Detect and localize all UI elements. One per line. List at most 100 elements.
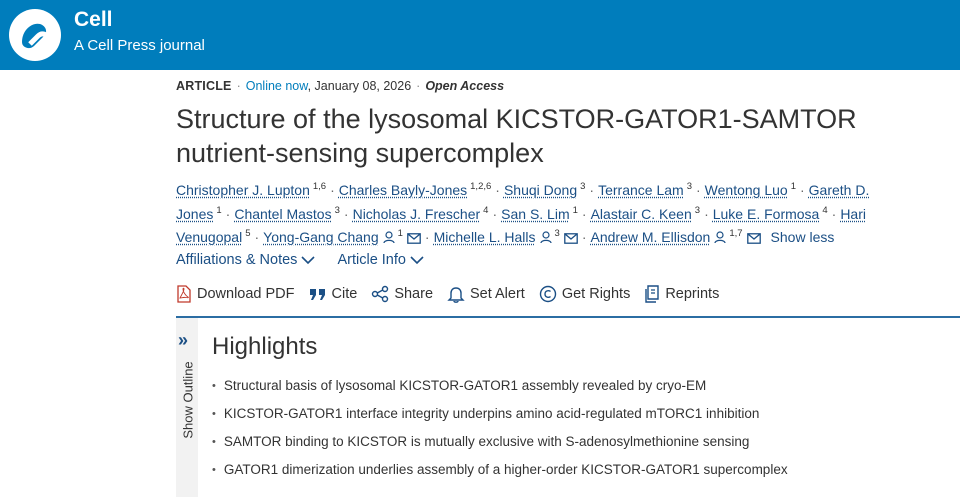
author-entry: Wentong Luo 1 <box>705 182 796 198</box>
affiliation-number: 1 <box>397 228 403 240</box>
author-name-link[interactable]: Terrance Lam <box>598 182 684 198</box>
double-chevron-right-icon[interactable]: » <box>178 330 188 351</box>
affiliation-number: 3 <box>694 204 701 216</box>
affiliations-notes-toggle[interactable]: Affiliations & Notes <box>176 252 316 268</box>
bullet: • <box>212 380 216 392</box>
mail-icon[interactable] <box>746 233 761 244</box>
author-name-link[interactable]: Charles Bayly-Jones <box>339 182 467 198</box>
highlight-text: Structural basis of lysosomal KICSTOR-GA… <box>223 378 707 393</box>
site-header: Cell A Cell Press journal <box>0 0 960 70</box>
journal-subtitle: A Cell Press journal <box>74 37 205 54</box>
article-info-label: Article Info <box>337 252 406 268</box>
copyright-icon <box>539 285 557 303</box>
article-type: ARTICLE <box>176 79 232 93</box>
highlight-text: GATOR1 dimerization underlies assembly o… <box>223 462 788 477</box>
highlight-item: • Structural basis of lysosomal KICSTOR-G… <box>212 374 788 402</box>
author-separator: · <box>254 229 260 245</box>
info-links: Affiliations & Notes Article Info <box>176 252 442 268</box>
reprints-label: Reprints <box>665 286 720 302</box>
author-name-link[interactable]: Shuqi Dong <box>504 182 577 198</box>
author-separator: · <box>695 182 701 198</box>
affiliation-number: 3 <box>334 204 340 216</box>
highlight-item: • SAMTOR binding to KICSTOR is mutually e… <box>212 430 788 458</box>
author-name-link[interactable]: Luke E. Formosa <box>713 206 820 222</box>
author-name-link[interactable]: San S. Lim <box>501 206 569 222</box>
author-name-link[interactable]: Christopher J. Lupton <box>176 182 310 198</box>
author-separator: · <box>589 182 595 198</box>
author-entry: Terrance Lam 3 <box>598 182 692 198</box>
show-less-link[interactable]: Show less <box>761 229 835 245</box>
cite-button[interactable]: Cite <box>309 286 358 302</box>
get-rights-label: Get Rights <box>561 286 631 302</box>
author-separator: · <box>424 229 430 245</box>
publication-date: , January 08, 2026 <box>307 79 412 93</box>
reprints-button[interactable]: Reprints <box>644 285 719 303</box>
author-entry: Michelle L. Halls 3 <box>434 229 578 245</box>
mail-icon[interactable] <box>407 233 421 244</box>
show-outline-label[interactable]: Show Outline <box>181 361 196 438</box>
author-name-link[interactable]: Michelle L. Halls <box>434 229 536 245</box>
bullet: • <box>212 464 216 476</box>
download-pdf-label: Download PDF <box>197 286 295 302</box>
set-alert-label: Set Alert <box>470 286 525 302</box>
cell-logo-icon[interactable] <box>8 8 62 62</box>
author-entry: Chantel Mastos 3 <box>234 206 340 222</box>
share-button[interactable]: Share <box>371 285 433 303</box>
get-rights-button[interactable]: Get Rights <box>539 285 631 303</box>
author-name-link[interactable]: Nicholas J. Frescher <box>353 206 481 222</box>
author-name-link[interactable]: Alastair C. Keen <box>591 206 692 222</box>
set-alert-button[interactable]: Set Alert <box>447 285 525 303</box>
author-entry: Alastair C. Keen 3 <box>591 206 700 222</box>
journal-name[interactable]: Cell <box>74 8 113 32</box>
author-separator: · <box>343 205 349 222</box>
chevron-down-icon <box>410 256 424 265</box>
meta-separator: · <box>236 79 241 93</box>
author-entry: San S. Lim 1 <box>501 206 578 222</box>
section-divider <box>176 316 960 318</box>
highlights-heading: Highlights <box>212 333 318 360</box>
author-separator: · <box>225 205 231 222</box>
article-info-toggle[interactable]: Article Info <box>337 252 424 268</box>
highlight-text: KICSTOR-GATOR1 interface integrity under… <box>223 406 760 421</box>
affiliation-number: 1 <box>572 204 578 216</box>
author-separator: · <box>330 182 335 198</box>
mail-icon[interactable] <box>563 233 578 244</box>
author-entry: Christopher J. Lupton 1,6 <box>176 182 326 198</box>
author-separator: · <box>492 205 498 222</box>
author-list: Christopher J. Lupton 1,6 · Charles Bayly-J… <box>176 179 946 250</box>
author-separator: · <box>581 229 587 245</box>
affiliation-number: 1,7 <box>729 228 743 240</box>
affiliations-notes-label: Affiliations & Notes <box>176 252 298 268</box>
chevron-down-icon <box>301 256 316 265</box>
article-meta: ARTICLE · Online now, January 08, 2026 · Ope… <box>176 78 504 94</box>
author-separator: · <box>704 205 709 222</box>
highlights-list: • Structural basis of lysosomal KICSTOR-G… <box>212 374 788 486</box>
person-icon[interactable] <box>383 231 395 244</box>
highlight-text: SAMTOR binding to KICSTOR is mutually ex… <box>223 434 750 449</box>
author-entry: Andrew M. Ellisdon 1,7 <box>591 229 761 245</box>
download-pdf-button[interactable]: Download PDF <box>176 285 295 303</box>
cite-label: Cite <box>331 286 358 302</box>
person-icon[interactable] <box>539 231 552 244</box>
author-separator: · <box>831 205 837 222</box>
author-entry: Nicholas J. Frescher 4 <box>353 206 489 222</box>
article-title: Structure of the lysosomal KICSTOR-GATOR… <box>176 104 857 168</box>
pdf-icon <box>177 285 191 303</box>
affiliation-number: 4 <box>822 204 828 216</box>
quote-icon <box>309 289 325 300</box>
author-name-link[interactable]: Yong-Gang Chang <box>263 229 378 245</box>
author-entry: Luke E. Formosa 4 <box>713 206 828 222</box>
bullet: • <box>212 436 216 448</box>
affiliation-number: 1,2,6 <box>470 181 492 193</box>
open-access-label: Open Access <box>425 79 505 93</box>
person-icon[interactable] <box>714 231 726 244</box>
highlight-item: • KICSTOR-GATOR1 interface integrity unde… <box>212 402 788 430</box>
bullet: • <box>212 408 216 420</box>
highlight-item: • GATOR1 dimerization underlies assembly … <box>212 458 788 486</box>
author-name-link[interactable]: Andrew M. Ellisdon <box>591 229 711 245</box>
online-status: Online now <box>245 79 308 93</box>
bell-icon <box>447 287 465 303</box>
author-name-link[interactable]: Wentong Luo <box>705 182 788 198</box>
author-name-link[interactable]: Chantel Mastos <box>234 206 331 222</box>
affiliation-number: 3 <box>686 181 692 193</box>
